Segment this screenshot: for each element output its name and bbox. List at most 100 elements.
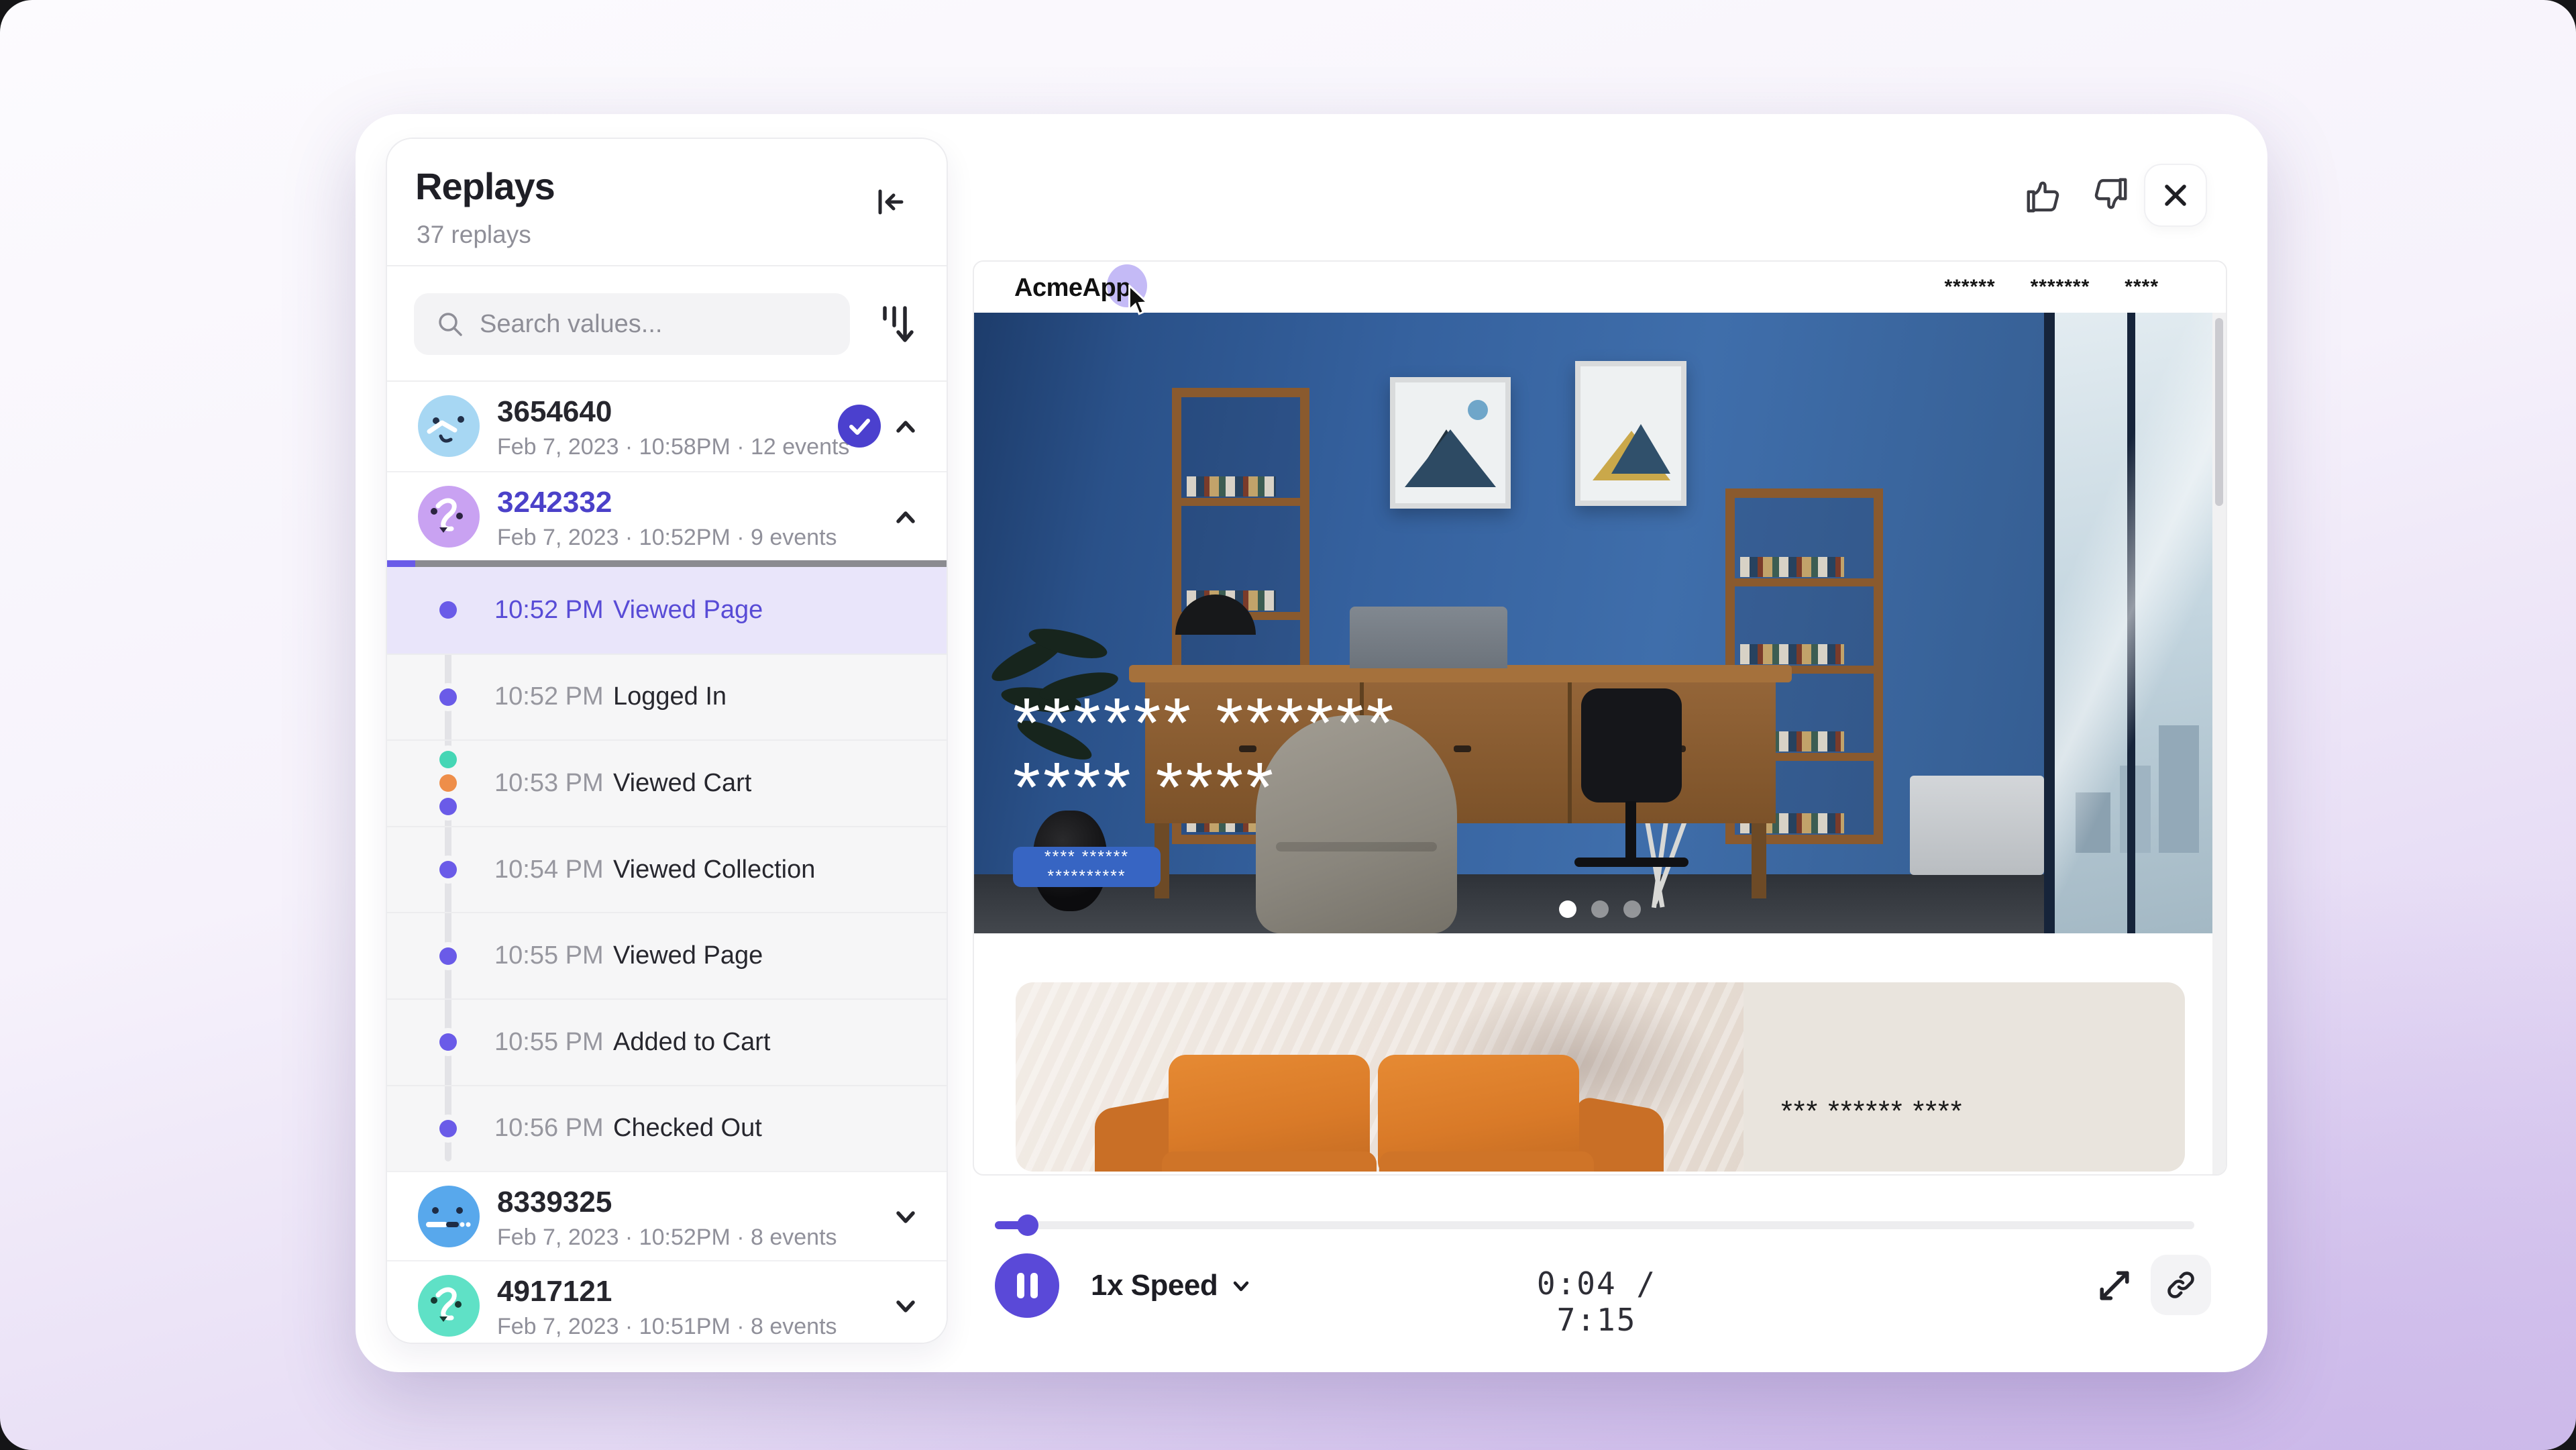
armchair-seam xyxy=(1276,842,1437,851)
pause-icon xyxy=(1017,1273,1024,1298)
progress-handle[interactable] xyxy=(1017,1214,1038,1236)
playback-progress-bar[interactable] xyxy=(995,1221,2194,1229)
chevron-down-icon[interactable] xyxy=(892,1203,920,1231)
shelf-plank xyxy=(1181,498,1300,506)
event-label: Viewed Cart xyxy=(613,769,751,798)
session-id: 3654640 xyxy=(497,395,612,429)
event-row[interactable]: 10:52 PM Viewed Page xyxy=(387,567,947,654)
event-dot xyxy=(439,1120,457,1137)
event-row[interactable]: 10:55 PM Viewed Page xyxy=(387,912,947,998)
session-row-3242332[interactable]: 3242332 Feb 7, 2023 · 10:52PM · 9 events xyxy=(387,471,947,560)
nav-item-masked: ****** xyxy=(1945,276,1996,299)
desk-leg xyxy=(1752,823,1766,898)
art-moon xyxy=(1468,400,1488,420)
carousel-dot[interactable] xyxy=(1591,900,1609,918)
wall-art xyxy=(1390,377,1511,509)
session-avatar xyxy=(418,395,480,457)
session-row-3654640[interactable]: 3654640 Feb 7, 2023 · 10:58PM · 12 event… xyxy=(387,382,947,471)
event-row[interactable]: 10:52 PM Logged In xyxy=(387,654,947,740)
session-meta: Feb 7, 2023 · 10:52PM · 9 events xyxy=(497,525,837,551)
event-time: 10:52 PM xyxy=(494,682,613,711)
event-dot xyxy=(439,798,457,815)
thumbs-down-button[interactable] xyxy=(2089,174,2131,216)
time-separator: / xyxy=(1636,1265,1656,1302)
event-dot xyxy=(439,947,457,965)
fullscreen-button[interactable] xyxy=(2094,1265,2135,1306)
carousel-dot[interactable] xyxy=(1623,900,1641,918)
sidebar-header: Replays 37 replays xyxy=(387,139,947,266)
event-label: Logged In xyxy=(613,682,727,711)
event-label: Added to Cart xyxy=(613,1028,770,1057)
hero-cta-button[interactable]: **** ****** ********** xyxy=(1013,847,1161,887)
session-row-4917121[interactable]: 4917121 Feb 7, 2023 · 10:51PM · 8 events xyxy=(387,1260,947,1344)
expand-icon xyxy=(2094,1265,2135,1306)
event-time: 10:55 PM xyxy=(494,1028,613,1057)
session-id: 3242332 xyxy=(497,486,612,519)
window-glare xyxy=(2055,313,2215,933)
sofa-seat xyxy=(1379,1151,1594,1172)
session-progress-bar[interactable] xyxy=(387,560,947,567)
close-icon xyxy=(2161,180,2190,210)
search-row: Search values... xyxy=(387,266,947,382)
event-row[interactable]: 10:55 PM Added to Cart xyxy=(387,998,947,1085)
nav-item-masked: ******* xyxy=(2031,276,2090,299)
search-placeholder: Search values... xyxy=(480,310,662,339)
carousel-dot-active[interactable] xyxy=(1559,900,1576,918)
event-dot xyxy=(439,688,457,706)
speed-selector[interactable]: 1x Speed xyxy=(1091,1267,1252,1304)
thumbs-up-button[interactable] xyxy=(2023,174,2065,216)
event-label: Viewed Page xyxy=(613,596,763,625)
scrollbar-thumb[interactable] xyxy=(2215,318,2223,506)
event-label: Viewed Collection xyxy=(613,856,815,884)
event-time: 10:55 PM xyxy=(494,941,613,970)
product-card: *** ****** **** xyxy=(1016,982,2185,1172)
event-row[interactable]: 10:53 PM Viewed Cart xyxy=(387,739,947,826)
replay-count: 37 replays xyxy=(417,221,531,249)
event-dot xyxy=(439,1033,457,1051)
hero-image: ****** ****** **** **** **** ****** ****… xyxy=(974,313,2215,933)
current-time: 0:04 xyxy=(1537,1265,1617,1302)
collapse-left-icon xyxy=(871,183,909,221)
session-meta: Feb 7, 2023 · 10:58PM · 12 events xyxy=(497,434,849,460)
chevron-up-icon[interactable] xyxy=(892,413,920,441)
event-dot xyxy=(439,601,457,619)
event-row[interactable]: 10:54 PM Viewed Collection xyxy=(387,826,947,913)
pause-button[interactable] xyxy=(995,1253,1059,1318)
hero-masked-heading: **** **** xyxy=(1013,747,1276,828)
collapse-sidebar-button[interactable] xyxy=(871,183,909,221)
books xyxy=(1740,557,1844,577)
product-card-panel: *** ****** **** xyxy=(1743,982,2185,1172)
sort-filter-button[interactable] xyxy=(873,296,924,352)
close-button[interactable] xyxy=(2144,164,2207,227)
office-chair xyxy=(1581,688,1682,802)
shelf-plank xyxy=(1735,578,1874,586)
session-id: 8339325 xyxy=(497,1186,612,1219)
sofa-seat xyxy=(1162,1151,1377,1172)
copy-link-button[interactable] xyxy=(2151,1255,2211,1315)
session-progress-fill xyxy=(387,560,415,567)
nav-item-masked: **** xyxy=(2125,276,2159,299)
site-brand: AcmeApp xyxy=(1014,274,1131,303)
event-time: 10:56 PM xyxy=(494,1114,613,1143)
session-row-8339325[interactable]: 8339325 Feb 7, 2023 · 10:52PM · 8 events xyxy=(387,1171,947,1260)
event-time: 10:54 PM xyxy=(494,856,613,884)
viewport-scrollbar[interactable] xyxy=(2212,313,2226,1174)
event-row[interactable]: 10:56 PM Checked Out xyxy=(387,1085,947,1172)
search-input[interactable]: Search values... xyxy=(414,293,850,355)
wall-art xyxy=(1575,361,1686,506)
session-meta: Feb 7, 2023 · 10:51PM · 8 events xyxy=(497,1314,837,1340)
carousel-dots xyxy=(1559,900,1641,918)
pause-icon xyxy=(1030,1273,1038,1298)
art-triangle xyxy=(1611,424,1670,474)
time-display: 0:04 / 7:15 xyxy=(1489,1265,1704,1338)
chevron-down-icon[interactable] xyxy=(892,1292,920,1320)
session-id: 4917121 xyxy=(497,1275,612,1308)
books xyxy=(1740,644,1844,664)
page-title: Replays xyxy=(415,164,555,208)
window-view xyxy=(2044,313,2215,933)
thumbs-up-icon xyxy=(2023,174,2065,216)
chevron-up-icon[interactable] xyxy=(892,503,920,531)
replay-viewport: AcmeApp ****** ******* **** xyxy=(973,260,2227,1176)
event-dot xyxy=(439,774,457,792)
event-timeline: 10:52 PM Viewed Page 10:52 PM Logged In … xyxy=(387,567,947,1171)
